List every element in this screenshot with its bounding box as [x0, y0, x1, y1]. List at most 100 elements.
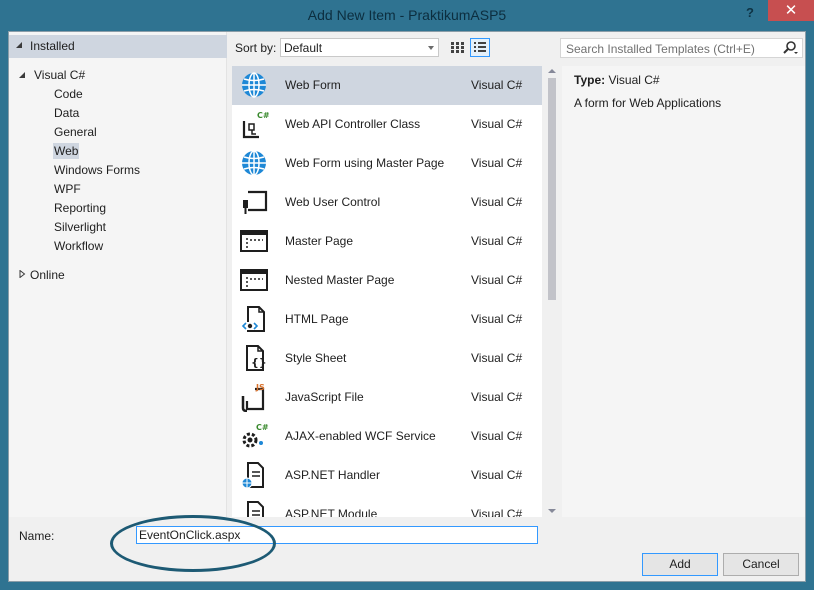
- tree-item-silverlight[interactable]: Silverlight: [53, 219, 107, 235]
- template-language: Visual C#: [471, 312, 523, 326]
- templates-scrollbar[interactable]: [543, 66, 560, 517]
- templates-list: Web Form Visual C# C# Web API Controller…: [232, 66, 542, 517]
- dialog-window: Add New Item - PraktikumASP5 ? ✕ Install…: [0, 0, 814, 590]
- svg-text:C#: C#: [256, 423, 269, 432]
- tree-item-data[interactable]: Data: [53, 105, 80, 121]
- type-label: Type:: [574, 73, 606, 87]
- tree-item-code[interactable]: Code: [53, 86, 84, 102]
- html-page-icon: [241, 306, 265, 332]
- search-icon[interactable]: [782, 40, 798, 56]
- template-language: Visual C#: [471, 156, 523, 170]
- template-language: Visual C#: [471, 78, 523, 92]
- template-language: Visual C#: [471, 429, 523, 443]
- list-item[interactable]: Web Form Visual C#: [232, 66, 542, 105]
- csharp-class-icon: C#: [242, 111, 269, 139]
- template-name: Web Form using Master Page: [285, 156, 445, 170]
- close-button[interactable]: ✕: [768, 0, 814, 21]
- list-item[interactable]: Nested Master Page Visual C#: [232, 261, 542, 300]
- grid-view-icon: [451, 42, 464, 53]
- globe-icon: [242, 150, 266, 176]
- list-item[interactable]: C# Web API Controller Class Visual C#: [232, 105, 542, 144]
- template-name: HTML Page: [285, 312, 349, 326]
- list-view-icon: [474, 42, 486, 52]
- grid-view-button[interactable]: [447, 38, 467, 57]
- expanded-arrow-icon: [16, 42, 22, 48]
- wcf-service-icon: C#: [242, 423, 269, 448]
- tree-item-wpf[interactable]: WPF: [53, 181, 82, 197]
- template-language: Visual C#: [471, 234, 523, 248]
- details-pane: Type: Visual C# A form for Web Applicati…: [562, 66, 805, 517]
- template-name: Master Page: [285, 234, 354, 248]
- template-language: Visual C#: [471, 507, 523, 517]
- collapsed-arrow-icon[interactable]: [18, 270, 26, 278]
- module-icon: [247, 501, 264, 517]
- type-row: Type: Visual C#: [574, 73, 660, 87]
- expanded-arrow-icon[interactable]: [18, 71, 26, 79]
- category-tree: Installed Visual C# Code Data General We…: [9, 32, 227, 517]
- template-language: Visual C#: [471, 390, 523, 404]
- chevron-down-icon: [428, 46, 434, 50]
- template-name: Web API Controller Class: [285, 117, 421, 131]
- help-button[interactable]: ?: [741, 4, 759, 22]
- template-language: Visual C#: [471, 351, 523, 365]
- template-name: Style Sheet: [285, 351, 347, 365]
- window-title: Add New Item - PraktikumASP5: [307, 7, 507, 23]
- tree-node-visual-csharp[interactable]: Visual C#: [34, 68, 85, 82]
- template-name: ASP.NET Handler: [285, 468, 380, 482]
- svg-text:JS: JS: [255, 383, 265, 392]
- template-name: Nested Master Page: [285, 273, 395, 287]
- search-templates-input[interactable]: Search Installed Templates (Ctrl+E): [560, 38, 803, 58]
- user-control-icon: [243, 190, 268, 214]
- template-description: A form for Web Applications: [574, 96, 722, 110]
- list-item[interactable]: C# AJAX-enabled WCF Service Visual C#: [232, 417, 542, 456]
- list-item[interactable]: Web Form using Master Page Visual C#: [232, 144, 542, 183]
- sort-by-value: Default: [284, 41, 323, 55]
- template-language: Visual C#: [471, 117, 523, 131]
- globe-icon: [242, 72, 266, 98]
- template-language: Visual C#: [471, 195, 523, 209]
- title-bar[interactable]: Add New Item - PraktikumASP5 ? ✕: [0, 0, 814, 30]
- list-item[interactable]: HTML Page Visual C#: [232, 300, 542, 339]
- list-item[interactable]: ASP.NET Module Visual C#: [232, 495, 542, 517]
- template-name: ASP.NET Module: [285, 507, 378, 517]
- handler-icon: [241, 462, 264, 489]
- scrollbar-thumb[interactable]: [548, 78, 556, 300]
- cancel-button[interactable]: Cancel: [723, 553, 799, 576]
- add-button[interactable]: Add: [642, 553, 718, 576]
- dialog-body: Installed Visual C# Code Data General We…: [8, 31, 806, 582]
- sort-by-label: Sort by:: [235, 41, 277, 55]
- template-name: Web Form: [285, 78, 341, 92]
- tree-item-web[interactable]: Web: [53, 143, 80, 159]
- list-item[interactable]: ASP.NET Handler Visual C#: [232, 456, 542, 495]
- template-name: Web User Control: [285, 195, 381, 209]
- scroll-down-icon[interactable]: [548, 509, 556, 513]
- template-name: JavaScript File: [285, 390, 364, 404]
- search-placeholder: Search Installed Templates (Ctrl+E): [566, 42, 755, 56]
- javascript-icon: JS: [241, 383, 265, 412]
- tree-item-reporting[interactable]: Reporting: [53, 200, 107, 216]
- stylesheet-icon: {}: [246, 345, 267, 371]
- scroll-up-icon[interactable]: [548, 69, 556, 73]
- tree-item-general[interactable]: General: [53, 124, 98, 140]
- list-item[interactable]: JS JavaScript File Visual C#: [232, 378, 542, 417]
- name-label: Name:: [19, 529, 55, 543]
- tree-node-installed[interactable]: Installed: [9, 35, 227, 58]
- sort-by-dropdown[interactable]: Default: [280, 38, 439, 57]
- tree-node-online[interactable]: Online: [30, 268, 65, 282]
- template-language: Visual C#: [471, 468, 523, 482]
- master-page-icon: [240, 230, 268, 252]
- tree-item-windows-forms[interactable]: Windows Forms: [53, 162, 141, 178]
- list-item[interactable]: Web User Control Visual C#: [232, 183, 542, 222]
- list-view-button[interactable]: [470, 38, 490, 57]
- master-page-icon: [240, 269, 268, 291]
- tree-node-installed-label: Installed: [30, 39, 75, 53]
- template-name: AJAX-enabled WCF Service: [285, 429, 436, 443]
- tree-item-workflow[interactable]: Workflow: [53, 238, 104, 254]
- name-input[interactable]: EventOnClick.aspx: [136, 526, 538, 544]
- type-value: Visual C#: [608, 73, 660, 87]
- svg-text:{}: {}: [251, 356, 267, 369]
- list-item[interactable]: Master Page Visual C#: [232, 222, 542, 261]
- template-language: Visual C#: [471, 273, 523, 287]
- list-item[interactable]: {} Style Sheet Visual C#: [232, 339, 542, 378]
- svg-text:C#: C#: [257, 111, 269, 120]
